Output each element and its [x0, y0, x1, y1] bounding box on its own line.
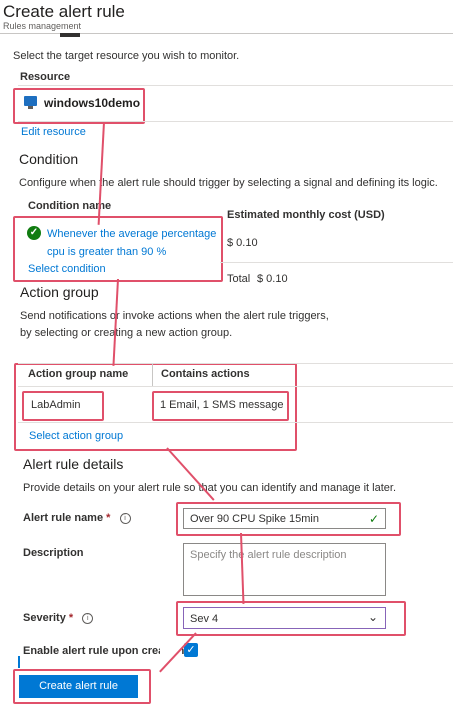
resource-name[interactable]: windows10demo [44, 96, 140, 110]
required-mark: * [68, 612, 74, 624]
page-subtitle: Rules management [3, 21, 82, 31]
condition-description: Configure when the alert rule should tri… [19, 177, 438, 189]
page-title: Create alert rule [3, 2, 125, 21]
condition-row-divider [220, 262, 453, 263]
action-table-header-divider [18, 386, 453, 387]
action-group-name-cell: LabAdmin [31, 399, 81, 411]
resource-row-divider [18, 121, 453, 122]
alert-rule-details-title: Alert rule details [23, 456, 124, 472]
info-icon[interactable]: i [119, 512, 131, 524]
monitor-icon [24, 96, 37, 109]
description-label: Description [23, 547, 84, 559]
action-group-description-line2: by selecting or creating a new action gr… [20, 327, 233, 339]
check-circle-icon: ✓ [27, 226, 41, 240]
description-textarea[interactable]: Specify the alert rule description [183, 543, 386, 596]
severity-dropdown[interactable]: Sev 4 ⌄ [183, 607, 386, 629]
select-condition-link[interactable]: Select condition [28, 263, 106, 275]
info-icon[interactable]: i [82, 612, 94, 624]
resource-header-divider [18, 85, 453, 86]
alert-rule-name-input[interactable]: Over 90 CPU Spike 15min ✓ [183, 508, 386, 529]
footer-accent-marker [18, 656, 20, 668]
edit-resource-link[interactable]: Edit resource [21, 126, 86, 138]
required-mark: * [106, 512, 111, 524]
alert-rule-name-label: Alert rule name * i [23, 512, 131, 524]
column-separator [152, 364, 153, 386]
valid-checkmark-icon: ✓ [368, 512, 379, 526]
scroll-edge-marker [60, 33, 80, 37]
condition-text-line2[interactable]: cpu is greater than 90 % [47, 246, 166, 258]
estimated-cost-header: Estimated monthly cost (USD) [227, 209, 385, 221]
total-label: Total [227, 273, 251, 285]
action-group-description-line1: Send notifications or invoke actions whe… [20, 310, 329, 322]
condition-section-title: Condition [19, 151, 79, 167]
action-table-top-divider [18, 363, 453, 364]
condition-text-line1[interactable]: Whenever the average percentage [47, 228, 216, 240]
contains-actions-header: Contains actions [161, 368, 250, 380]
action-group-section-title: Action group [20, 284, 99, 300]
action-table-row-divider [18, 422, 453, 423]
action-group-name-header: Action group name [28, 368, 129, 380]
resource-column-header: Resource [20, 71, 71, 83]
scope-instruction: Select the target resource you wish to m… [13, 50, 240, 62]
condition-cost-value: $ 0.10 [227, 237, 258, 249]
connector-line [112, 278, 119, 366]
alert-rule-name-value: Over 90 CPU Spike 15min [190, 513, 319, 525]
enable-rule-checkbox[interactable]: ✓ [184, 643, 198, 657]
chevron-down-icon: ⌄ [367, 610, 378, 624]
create-alert-rule-button[interactable]: Create alert rule [19, 675, 138, 698]
alert-rule-details-description: Provide details on your alert rule so th… [23, 482, 396, 494]
severity-value: Sev 4 [190, 613, 219, 625]
severity-text: Severity [23, 612, 66, 624]
alert-rule-name-text: Alert rule name [23, 512, 104, 524]
select-action-group-link[interactable]: Select action group [29, 430, 123, 442]
severity-label: Severity * i [23, 612, 94, 624]
total-value: $ 0.10 [257, 273, 288, 285]
contains-actions-cell: 1 Email, 1 SMS message [160, 399, 284, 411]
